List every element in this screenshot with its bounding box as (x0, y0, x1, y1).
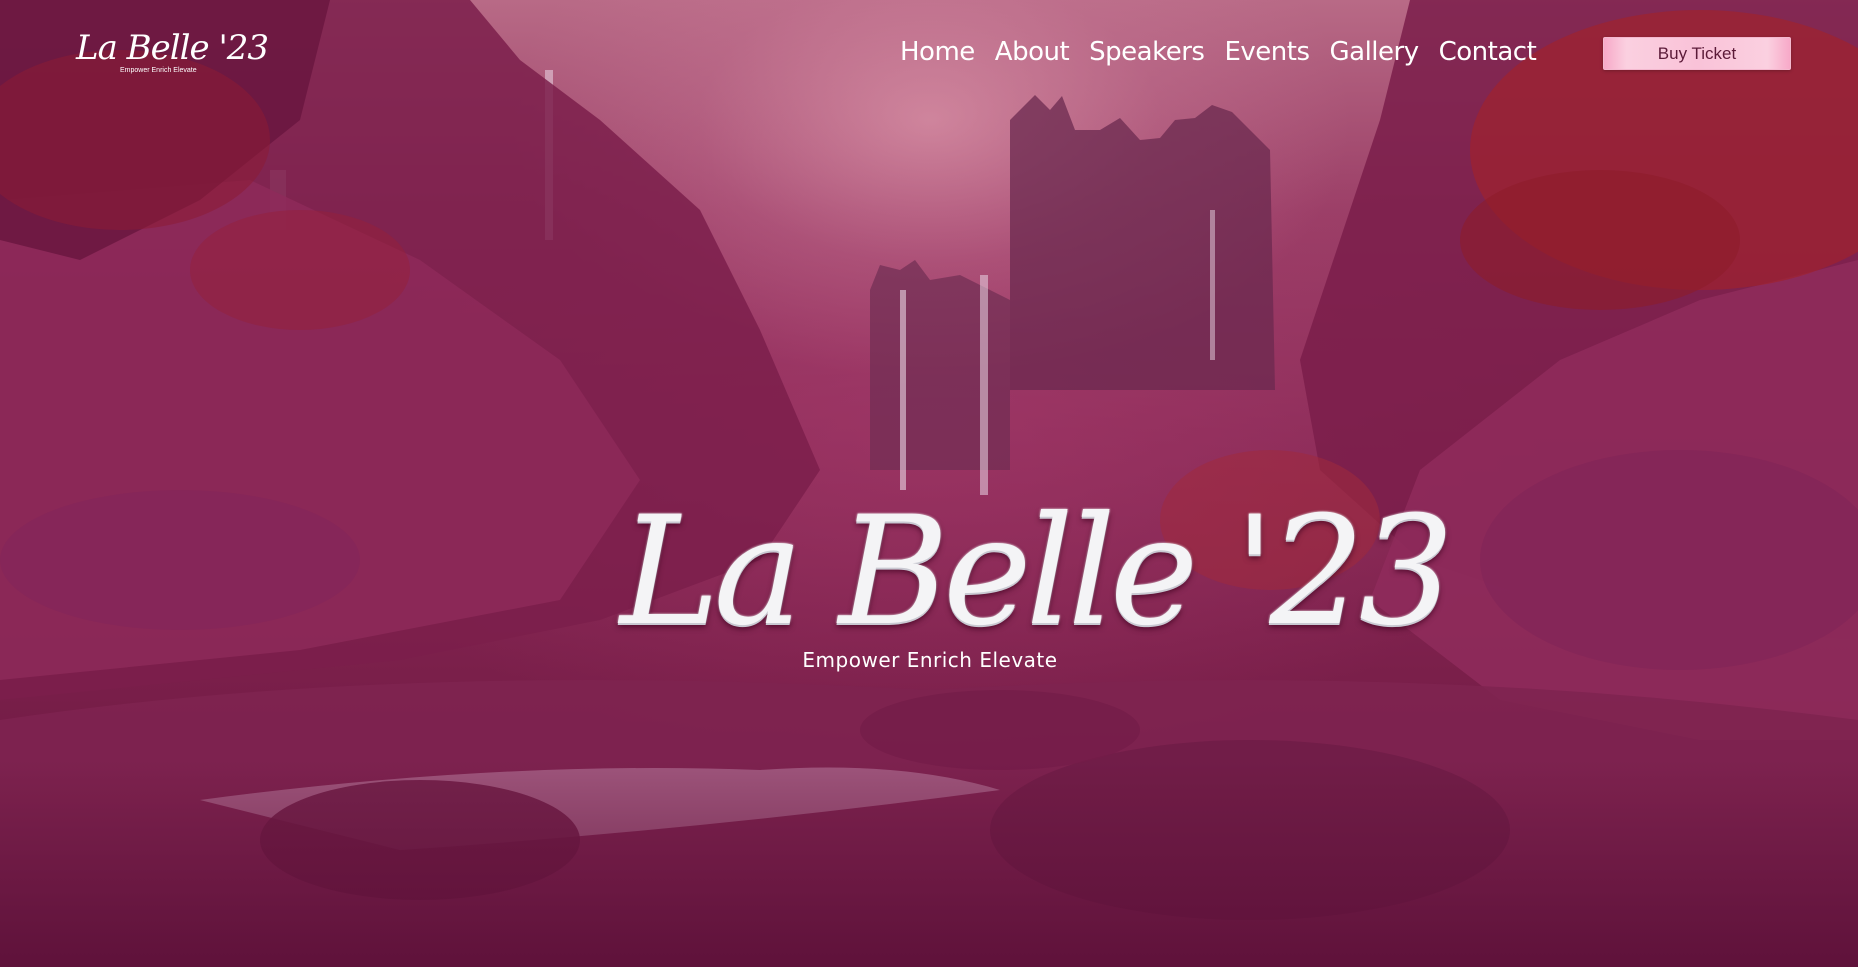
nav-home[interactable]: Home (900, 37, 975, 67)
nav-speakers[interactable]: Speakers (1089, 37, 1205, 67)
hero-section: La Belle '23 Empower Enrich Elevate Home… (0, 0, 1858, 967)
logo-tagline: Empower Enrich Elevate (120, 67, 197, 74)
logo-wordmark: La Belle '23 (76, 28, 269, 68)
nav-contact[interactable]: Contact (1439, 37, 1537, 67)
bottom-gradient-overlay (0, 760, 1858, 967)
main-nav: Home About Speakers Events Gallery Conta… (900, 34, 1537, 70)
hero-title: La Belle '23 (620, 485, 1454, 659)
nav-gallery[interactable]: Gallery (1330, 37, 1420, 67)
hero-subtitle: Empower Enrich Elevate (802, 648, 1058, 672)
nav-about[interactable]: About (995, 37, 1070, 67)
nav-events[interactable]: Events (1224, 37, 1310, 67)
site-logo[interactable]: La Belle '23 Empower Enrich Elevate (76, 28, 269, 78)
buy-ticket-button[interactable]: Buy Ticket (1603, 37, 1791, 70)
